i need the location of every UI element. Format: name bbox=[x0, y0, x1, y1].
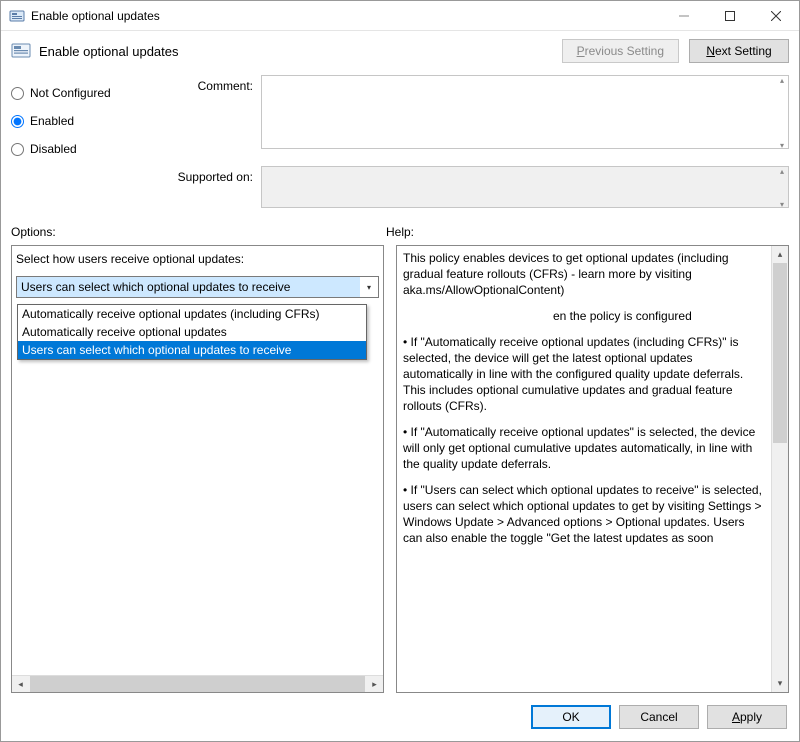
scroll-up-icon[interactable]: ▴ bbox=[772, 246, 788, 263]
options-dropdown-list[interactable]: Automatically receive optional updates (… bbox=[17, 304, 367, 360]
scroll-right-icon[interactable]: ▸ bbox=[366, 676, 383, 692]
app-icon bbox=[9, 8, 25, 24]
help-panel: This policy enables devices to get optio… bbox=[396, 245, 789, 693]
policy-icon bbox=[11, 41, 31, 61]
ok-button[interactable]: OK bbox=[531, 705, 611, 729]
radio-disabled[interactable]: Disabled bbox=[11, 135, 161, 163]
help-text: This policy enables devices to get optio… bbox=[397, 246, 771, 692]
help-vertical-scrollbar[interactable]: ▴ ▾ bbox=[771, 246, 788, 692]
scroll-thumb[interactable] bbox=[30, 676, 365, 692]
options-panel: Select how users receive optional update… bbox=[11, 245, 384, 693]
radio-label: Disabled bbox=[30, 142, 77, 156]
header-row: Enable optional updates Previous Setting… bbox=[1, 31, 799, 71]
policy-title: Enable optional updates bbox=[39, 44, 179, 59]
window-title: Enable optional updates bbox=[31, 9, 160, 23]
radio-not-configured[interactable]: Not Configured bbox=[11, 79, 161, 107]
comment-label: Comment: bbox=[161, 75, 261, 152]
scroll-down-icon[interactable]: ▾ bbox=[772, 675, 788, 692]
scroll-thumb[interactable] bbox=[773, 263, 787, 443]
dropdown-selected-text: Users can select which optional updates … bbox=[17, 277, 360, 297]
next-setting-button[interactable]: Next Setting bbox=[689, 39, 789, 63]
options-section-label: Options: bbox=[11, 225, 386, 239]
supported-on-textarea bbox=[261, 166, 789, 208]
minimize-button[interactable] bbox=[661, 1, 707, 30]
options-dropdown-label: Select how users receive optional update… bbox=[12, 246, 383, 276]
dialog-footer: OK Cancel Apply bbox=[1, 693, 799, 741]
dropdown-item[interactable]: Automatically receive optional updates (… bbox=[18, 305, 366, 323]
options-dropdown[interactable]: Users can select which optional updates … bbox=[16, 276, 379, 298]
supported-on-label: Supported on: bbox=[161, 166, 261, 211]
state-radio-group: Not Configured Enabled Disabled bbox=[11, 75, 161, 211]
titlebar: Enable optional updates bbox=[1, 1, 799, 31]
radio-label: Enabled bbox=[30, 114, 74, 128]
apply-button[interactable]: Apply bbox=[707, 705, 787, 729]
chevron-down-icon: ▾ bbox=[360, 277, 378, 297]
dropdown-item[interactable]: Users can select which optional updates … bbox=[18, 341, 366, 359]
radio-enabled[interactable]: Enabled bbox=[11, 107, 161, 135]
maximize-button[interactable] bbox=[707, 1, 753, 30]
cancel-button[interactable]: Cancel bbox=[619, 705, 699, 729]
comment-textarea[interactable] bbox=[261, 75, 789, 149]
dropdown-item[interactable]: Automatically receive optional updates bbox=[18, 323, 366, 341]
radio-label: Not Configured bbox=[30, 86, 111, 100]
options-horizontal-scrollbar[interactable]: ◂ ▸ bbox=[12, 675, 383, 692]
scroll-left-icon[interactable]: ◂ bbox=[12, 676, 29, 692]
close-button[interactable] bbox=[753, 1, 799, 30]
help-section-label: Help: bbox=[386, 225, 789, 239]
previous-setting-button: Previous Setting bbox=[562, 39, 679, 63]
